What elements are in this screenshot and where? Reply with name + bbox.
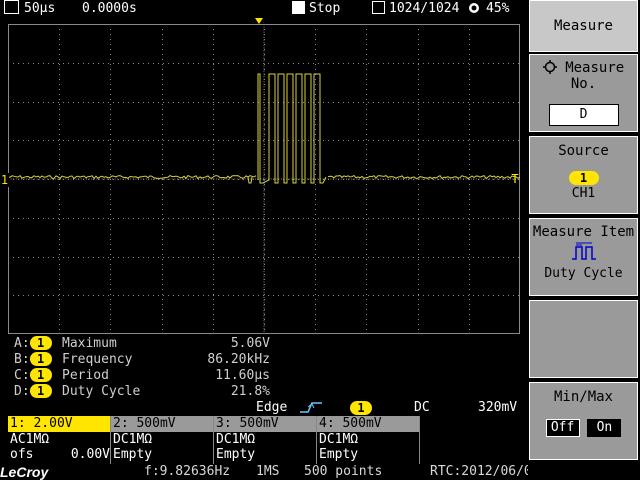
channel-badge: 1 xyxy=(29,336,52,350)
record-length: 500 points xyxy=(304,464,383,479)
channel-4-coupling: DC1MΩ xyxy=(319,432,359,447)
empty-softkey[interactable] xyxy=(529,300,638,378)
trigger-frequency: f:9.82636Hz xyxy=(144,464,231,479)
measure-item-label: Measure Item xyxy=(532,224,635,240)
min-max-button[interactable]: Min/Max Off On xyxy=(529,382,638,460)
measure-value: 86.20kHz xyxy=(207,352,270,367)
measurement-b: B: 1 Frequency 86.20kHz xyxy=(14,352,270,368)
channel-1-offset-label: ofs xyxy=(10,447,34,462)
trigger-info[interactable]: Edge 1 DC 320mV xyxy=(0,400,528,416)
channel-1-settings[interactable]: 1: 2.00V AC1MΩ ofs 0.00V xyxy=(8,416,110,464)
menu-title: Measure xyxy=(529,0,638,52)
measure-name: Frequency xyxy=(62,352,133,367)
channel-3-settings[interactable]: 3: 500mV DC1MΩ Empty xyxy=(214,416,316,464)
ch1-ground-marker[interactable]: 1 xyxy=(0,173,9,187)
channel-2-status: Empty xyxy=(113,447,153,462)
trigger-coupling: DC xyxy=(414,400,430,415)
channel-3-coupling: DC1MΩ xyxy=(216,432,256,447)
brightness-icon xyxy=(466,0,482,19)
menu-title-text: Measure xyxy=(553,18,613,34)
run-state-icon xyxy=(292,0,308,18)
source-value: CH1 xyxy=(571,186,596,201)
trigger-type: Edge xyxy=(256,400,288,415)
rotary-knob-icon xyxy=(542,60,565,76)
divider xyxy=(316,416,317,464)
softkey-menu: Measure Measure No. D Source 1 CH1 Measu… xyxy=(528,0,640,480)
measure-name: Maximum xyxy=(62,336,117,351)
divider xyxy=(419,416,420,464)
min-max-on-option[interactable]: On xyxy=(587,419,622,437)
measure-slot: D: xyxy=(14,384,30,399)
channel-2-coupling: DC1MΩ xyxy=(113,432,153,447)
channel-1-scale: 1: 2.00V xyxy=(8,416,110,432)
status-bar: 50µs 0.0000s Stop 1024/1024 45% xyxy=(0,0,528,18)
divider xyxy=(110,416,111,464)
measure-slot: A: xyxy=(14,336,30,351)
duty-cycle-icon xyxy=(530,242,637,266)
source-channel-badge: 1 xyxy=(568,171,599,185)
measurement-d: D: 1 Duty Cycle 21.8% xyxy=(14,384,270,400)
trigger-level: 320mV xyxy=(478,400,518,415)
brand-logo: LeCroy xyxy=(0,464,49,480)
min-max-off-option[interactable]: Off xyxy=(545,419,580,437)
measure-slot: C: xyxy=(14,368,30,383)
trigger-level-marker[interactable]: T xyxy=(510,172,520,186)
channel-3-status: Empty xyxy=(216,447,256,462)
channel-badge: 1 xyxy=(29,384,52,398)
timebase-icon xyxy=(4,0,22,18)
channel-badge: 1 xyxy=(29,368,52,382)
divider xyxy=(213,416,214,464)
measure-item-value: Duty Cycle xyxy=(544,266,623,281)
horizontal-position[interactable]: 0.0000s xyxy=(82,0,137,18)
measure-name: Duty Cycle xyxy=(62,384,141,399)
graticule xyxy=(7,24,521,334)
source-label: Source xyxy=(558,143,609,159)
channel-4-settings[interactable]: 4: 500mV DC1MΩ Empty xyxy=(317,416,419,464)
measure-number-value: D xyxy=(548,104,619,126)
waveform-display[interactable] xyxy=(7,24,521,334)
measure-value: 5.06V xyxy=(230,336,270,351)
source-button[interactable]: Source 1 CH1 xyxy=(529,136,638,214)
trigger-source-badge: 1 xyxy=(350,401,372,415)
acquisition-count: 1024/1024 xyxy=(389,1,460,16)
acquisition-icon xyxy=(372,0,388,18)
brightness-value[interactable]: 45% xyxy=(486,0,509,18)
min-max-label: Min/Max xyxy=(553,389,613,405)
measure-number-label: Measure No. xyxy=(565,60,625,92)
channel-1-offset-value: 0.00V xyxy=(70,447,110,462)
measure-number-button[interactable]: Measure No. D xyxy=(529,54,638,132)
channel-badge: 1 xyxy=(29,352,52,366)
measure-item-button[interactable]: Measure Item Duty Cycle xyxy=(529,218,638,296)
channel-3-scale: 3: 500mV xyxy=(214,416,316,432)
run-state[interactable]: Stop xyxy=(309,0,340,18)
sample-rate: 1MS xyxy=(256,464,280,479)
channel-1-coupling: AC1MΩ xyxy=(10,432,50,447)
channel-2-settings[interactable]: 2: 500mV DC1MΩ Empty xyxy=(111,416,213,464)
measure-name: Period xyxy=(62,368,109,383)
channel-4-scale: 4: 500mV xyxy=(317,416,419,432)
channel-2-scale: 2: 500mV xyxy=(111,416,213,432)
measure-value: 11.60µs xyxy=(215,368,270,383)
timebase-value[interactable]: 50µs xyxy=(24,0,55,18)
measure-value: 21.8% xyxy=(230,384,270,399)
measurement-a: A: 1 Maximum 5.06V xyxy=(14,336,270,352)
measurement-c: C: 1 Period 11.60µs xyxy=(14,368,270,384)
channel-4-status: Empty xyxy=(319,447,359,462)
trigger-position-marker[interactable] xyxy=(255,18,263,24)
measure-slot: B: xyxy=(14,352,30,367)
